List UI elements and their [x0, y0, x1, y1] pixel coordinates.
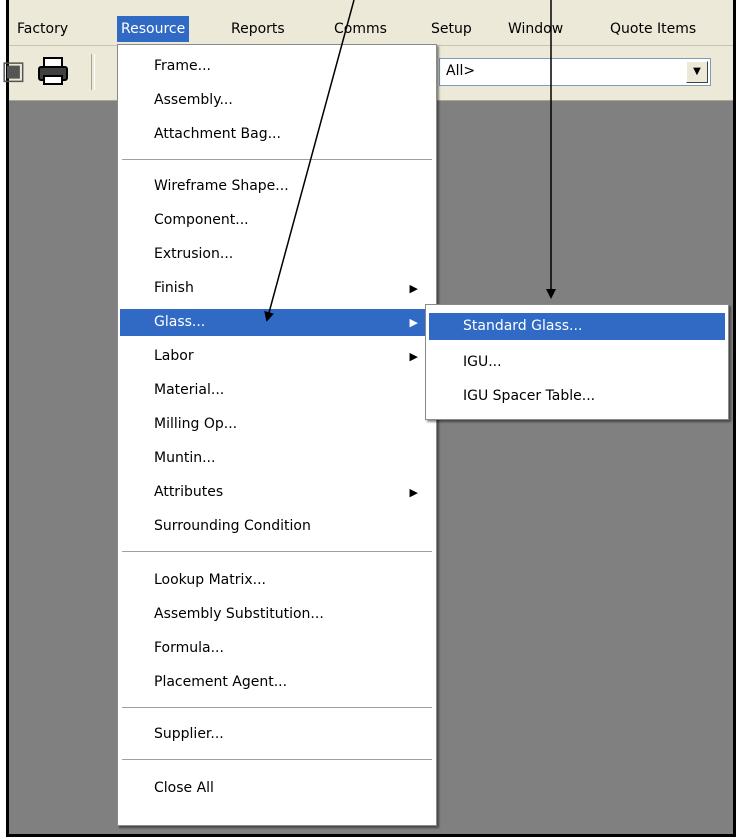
submenu-arrow-icon: ▶ — [409, 282, 418, 295]
resource-menu: Frame... Assembly... Attachment Bag... W… — [117, 44, 437, 826]
glass-submenu: Standard Glass... IGU... IGU Spacer Tabl… — [425, 304, 729, 420]
menu-item-labor[interactable]: Labor ▶ — [120, 343, 434, 370]
menu-item-material[interactable]: Material... — [120, 377, 434, 404]
menu-item-finish[interactable]: Finish ▶ — [120, 275, 434, 302]
menu-item-surrounding-condition[interactable]: Surrounding Condition — [120, 513, 434, 540]
menu-item-label: Glass... — [154, 314, 206, 330]
menu-item-glass[interactable]: Glass... ▶ — [120, 309, 434, 336]
filter-combo[interactable]: All> ▼ — [439, 58, 711, 86]
menu-item-formula[interactable]: Formula... — [120, 635, 434, 662]
menu-factory[interactable]: Factory — [13, 16, 72, 42]
menu-item-frame[interactable]: Frame... — [120, 53, 434, 80]
menu-bar: Factory Resource Reports Comms Setup Win… — [9, 0, 733, 46]
menu-item-label: Attributes — [154, 484, 224, 500]
menu-item-igu[interactable]: IGU... — [429, 349, 725, 376]
menu-item-milling-op[interactable]: Milling Op... — [120, 411, 434, 438]
submenu-arrow-icon: ▶ — [409, 316, 418, 329]
menu-resource[interactable]: Resource — [117, 16, 190, 42]
menu-item-attributes[interactable]: Attributes ▶ — [120, 479, 434, 506]
menu-quote-items[interactable]: Quote Items — [606, 16, 700, 42]
menu-item-assembly-substitution[interactable]: Assembly Substitution... — [120, 601, 434, 628]
printer-icon[interactable] — [37, 56, 69, 93]
menu-item-igu-spacer-table[interactable]: IGU Spacer Table... — [429, 383, 725, 410]
menu-item-assembly[interactable]: Assembly... — [120, 87, 434, 114]
menu-window[interactable]: Window — [504, 16, 567, 42]
chevron-down-icon[interactable]: ▼ — [686, 61, 708, 83]
submenu-arrow-icon: ▶ — [409, 350, 418, 363]
submenu-arrow-icon: ▶ — [409, 486, 418, 499]
menu-item-lookup-matrix[interactable]: Lookup Matrix... — [120, 567, 434, 594]
menu-item-placement-agent[interactable]: Placement Agent... — [120, 669, 434, 696]
menu-reports[interactable]: Reports — [227, 16, 289, 42]
menu-item-wireframe-shape[interactable]: Wireframe Shape... — [120, 173, 434, 200]
menu-item-label: Labor — [154, 348, 194, 364]
combo-value: All> — [446, 63, 476, 79]
menu-item-label: Finish — [154, 280, 194, 296]
menu-item-supplier[interactable]: Supplier... — [120, 721, 434, 748]
menu-separator — [122, 759, 432, 761]
menu-item-attachment-bag[interactable]: Attachment Bag... — [120, 121, 434, 148]
menu-item-component[interactable]: Component... — [120, 207, 434, 234]
menu-separator — [122, 551, 432, 553]
menu-item-extrusion[interactable]: Extrusion... — [120, 241, 434, 268]
save-icon[interactable]: ▣ — [1, 56, 26, 86]
menu-separator — [122, 707, 432, 709]
menu-item-close-all[interactable]: Close All — [120, 775, 434, 802]
menu-item-muntin[interactable]: Muntin... — [120, 445, 434, 472]
menu-item-standard-glass[interactable]: Standard Glass... — [429, 313, 725, 340]
menu-separator — [122, 159, 432, 161]
menu-comms[interactable]: Comms — [330, 16, 391, 42]
toolbar-separator — [91, 54, 95, 90]
menu-setup[interactable]: Setup — [427, 16, 476, 42]
